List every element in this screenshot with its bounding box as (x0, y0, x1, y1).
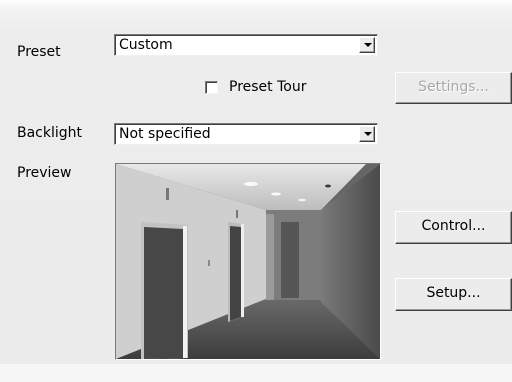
settings-button[interactable]: Settings... (395, 72, 512, 104)
chevron-down-icon[interactable] (359, 126, 375, 142)
preset-dropdown[interactable]: Custom (114, 34, 378, 56)
bottom-strip (0, 364, 512, 382)
preset-value: Custom (119, 37, 173, 53)
preset-tour-checkbox[interactable] (205, 81, 218, 94)
control-button[interactable]: Control... (395, 211, 512, 244)
backlight-label: Backlight (17, 125, 83, 141)
setup-button[interactable]: Setup... (395, 278, 512, 311)
preset-label: Preset (17, 44, 61, 60)
preview-label: Preview (17, 165, 72, 181)
chevron-down-icon[interactable] (359, 37, 375, 53)
hallway-image (116, 164, 380, 359)
backlight-dropdown[interactable]: Not specified (114, 123, 378, 145)
backlight-value: Not specified (119, 126, 211, 142)
preset-tour-label[interactable]: Preset Tour (229, 79, 306, 95)
camera-preview-image (115, 163, 381, 360)
